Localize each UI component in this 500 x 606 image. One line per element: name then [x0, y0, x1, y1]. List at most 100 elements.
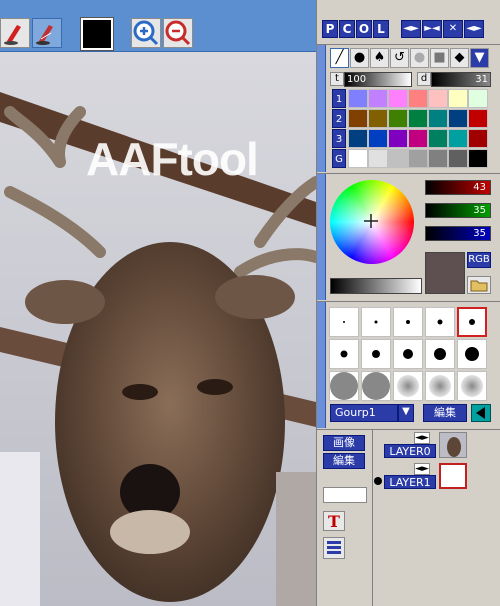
brush-preset[interactable] [457, 307, 487, 337]
brush-preset[interactable] [457, 339, 487, 369]
palette-color-cell[interactable] [468, 149, 488, 168]
palette-color-cell[interactable] [348, 109, 368, 128]
brush-preset[interactable] [393, 307, 423, 337]
palette-color-cell[interactable] [428, 129, 448, 148]
pen-tool[interactable]: ╱ [330, 48, 349, 68]
swap-button[interactable]: ◄► [464, 20, 484, 38]
expand-button[interactable]: ◄► [401, 20, 421, 38]
palette-color-cell[interactable] [468, 129, 488, 148]
zoom-in-button[interactable] [131, 18, 161, 48]
palette-color-cell[interactable] [388, 149, 408, 168]
tools-dropdown-button[interactable]: ▼ [470, 48, 489, 68]
pen-tool-button[interactable] [0, 18, 30, 48]
palette-color-cell[interactable] [368, 149, 388, 168]
palette-color-cell[interactable] [388, 129, 408, 148]
palette-color-cell[interactable] [448, 149, 468, 168]
menu-button-o[interactable]: O [356, 20, 372, 38]
layer0-visibility-toggle[interactable]: ◄► [414, 432, 430, 444]
brush-preset[interactable] [329, 339, 359, 369]
edit-menu-button[interactable]: 編集 [323, 453, 365, 469]
palette-color-cell[interactable] [468, 109, 488, 128]
palette-color-cell[interactable] [348, 149, 368, 168]
palette-color-cell[interactable] [428, 89, 448, 108]
layer-name-input[interactable] [323, 487, 367, 503]
palette-color-cell[interactable] [428, 149, 448, 168]
layer1-thumbnail[interactable] [439, 463, 467, 489]
brush-export-button[interactable] [471, 404, 491, 422]
fill-icon: ◆ [454, 50, 465, 65]
brush-group-dropdown[interactable]: ▼ [398, 404, 414, 422]
zoom-in-icon [133, 20, 159, 46]
current-color-swatch[interactable] [80, 17, 114, 51]
svg-text:T: T [328, 512, 340, 530]
ink-tool[interactable]: ● [350, 48, 369, 68]
color-wheel[interactable] [330, 180, 414, 264]
palette-color-cell[interactable] [408, 109, 428, 128]
palette-color-cell[interactable] [408, 149, 428, 168]
menu-button-c[interactable]: C [339, 20, 355, 38]
palette-color-cell[interactable] [368, 129, 388, 148]
text-icon: T [328, 512, 340, 531]
palette-color-cell[interactable] [368, 89, 388, 108]
shape-tool[interactable]: ■ [430, 48, 449, 68]
palette-color-cell[interactable] [348, 129, 368, 148]
fill-tool[interactable]: ◆ [450, 48, 469, 68]
brush-preset[interactable] [425, 371, 455, 401]
brush-edit-button[interactable]: 編集 [423, 404, 467, 422]
brush-preset[interactable] [457, 371, 487, 401]
palette-color-cell[interactable] [348, 89, 368, 108]
palette-color-cell[interactable] [408, 89, 428, 108]
blue-slider[interactable]: 35 [425, 226, 491, 241]
layer0-label[interactable]: LAYER0 [384, 444, 436, 458]
crosshair-icon [364, 214, 378, 228]
brush-preset[interactable] [361, 307, 391, 337]
folder-button[interactable] [467, 276, 491, 294]
palette-row-tag[interactable]: G [332, 149, 346, 168]
lasso-tool[interactable]: ↺ [390, 48, 409, 68]
green-slider[interactable]: 35 [425, 203, 491, 218]
palette-row-tag[interactable]: 1 [332, 89, 346, 108]
palette-color-cell[interactable] [368, 109, 388, 128]
palette-row-tag[interactable]: 2 [332, 109, 346, 128]
brush-preset[interactable] [393, 339, 423, 369]
image-menu-button[interactable]: 画像 [323, 435, 365, 451]
brush-preset[interactable] [361, 371, 391, 401]
opacity-value: 100 [347, 74, 367, 85]
text-tool-button[interactable]: T [323, 511, 345, 531]
opacity-slider[interactable]: 100 [344, 72, 412, 87]
brush-group-select[interactable]: Gourp1 [330, 404, 398, 422]
palette-color-cell[interactable] [408, 129, 428, 148]
palette-row-tag[interactable]: 3 [332, 129, 346, 148]
brush-preset[interactable] [329, 371, 359, 401]
palette-color-cell[interactable] [428, 109, 448, 128]
zoom-out-button[interactable] [163, 18, 193, 48]
drawing-canvas[interactable]: AAFtool [0, 52, 316, 606]
palette-color-cell[interactable] [448, 89, 468, 108]
brush-preset[interactable] [361, 339, 391, 369]
brush-preset[interactable] [425, 339, 455, 369]
palette-color-cell[interactable] [388, 109, 408, 128]
rgb-mode-button[interactable]: RGB [467, 252, 491, 268]
blot-tool[interactable]: ♠ [370, 48, 389, 68]
brush-tool-button[interactable] [32, 18, 62, 48]
palette-color-cell[interactable] [448, 109, 468, 128]
density-slider[interactable]: 31 [431, 72, 491, 87]
layer1-label[interactable]: LAYER1 [384, 475, 436, 489]
circle-tool[interactable]: ● [410, 48, 429, 68]
layer0-thumbnail[interactable] [439, 432, 467, 458]
layer1-visibility-toggle[interactable]: ◄► [414, 463, 430, 475]
pen-icon: ╱ [335, 50, 344, 65]
palette-color-cell[interactable] [388, 89, 408, 108]
menu-button-l[interactable]: L [373, 20, 389, 38]
collapse-button[interactable]: ►◄ [422, 20, 442, 38]
brush-preset[interactable] [393, 371, 423, 401]
palette-color-cell[interactable] [448, 129, 468, 148]
brush-preset[interactable] [329, 307, 359, 337]
palette-color-cell[interactable] [468, 89, 488, 108]
layer-list-button[interactable] [323, 537, 345, 559]
red-slider[interactable]: 43 [425, 180, 491, 195]
grayscale-slider[interactable] [330, 278, 422, 294]
close-button[interactable]: ✕ [443, 20, 463, 38]
menu-button-p[interactable]: P [322, 20, 338, 38]
brush-preset[interactable] [425, 307, 455, 337]
